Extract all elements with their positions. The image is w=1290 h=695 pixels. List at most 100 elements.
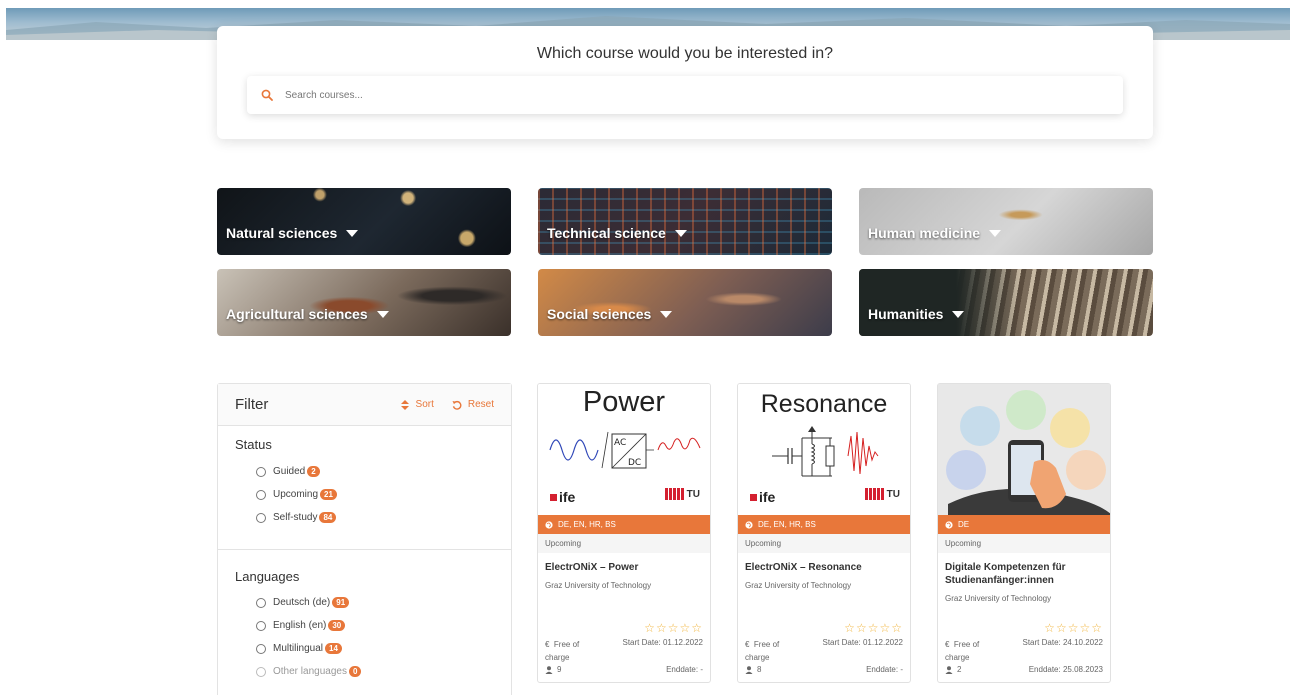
category-technical-science[interactable]: Technical science [538, 188, 832, 255]
option-label: Multilingual [273, 643, 324, 654]
star-icon: ☆ [1067, 621, 1079, 635]
user-icon [745, 665, 753, 674]
language-option-english[interactable]: English (en) 30 [218, 614, 511, 637]
course-status: Upcoming [938, 534, 1110, 553]
category-label: Technical science [547, 225, 666, 241]
course-start-date: Start Date: 01.12.2022 [822, 638, 904, 647]
caret-down-icon [660, 310, 673, 318]
participants: 9 [545, 665, 561, 674]
radio-button[interactable] [256, 597, 266, 608]
tu-graz-logo: TU [664, 488, 700, 500]
star-icon: ☆ [844, 621, 855, 635]
participant-count: 9 [557, 665, 562, 674]
category-label: Social sciences [547, 306, 652, 322]
rating-stars: ☆ ☆ ☆ ☆ ☆ [843, 622, 902, 634]
count-badge: 91 [332, 597, 350, 608]
participant-count: 8 [757, 665, 762, 674]
user-icon [545, 665, 553, 674]
course-title[interactable]: ElectrONiX – Power [545, 561, 705, 574]
ife-logo: ife [550, 489, 575, 505]
radio-button[interactable] [256, 466, 266, 477]
course-languages: DE, EN, HR, BS [558, 520, 616, 529]
search-box[interactable] [247, 76, 1123, 114]
star-icon: ☆ [644, 621, 655, 635]
sort-button[interactable]: Sort [400, 399, 434, 410]
course-image-word: Resonance [760, 390, 888, 418]
language-bar: DE [938, 515, 1110, 534]
ife-logo: ife [750, 489, 775, 505]
category-label: Humanities [868, 306, 944, 322]
course-title[interactable]: ElectrONiX – Resonance [745, 561, 905, 574]
course-start-date: Start Date: 01.12.2022 [622, 638, 704, 647]
course-status: Upcoming [738, 534, 910, 553]
category-social-sciences[interactable]: Social sciences [538, 269, 832, 336]
participants: 8 [745, 665, 761, 674]
language-option-deutsch[interactable]: Deutsch (de) 91 [218, 591, 511, 614]
status-option-guided[interactable]: Guided 2 [218, 460, 511, 483]
status-option-upcoming[interactable]: Upcoming 21 [218, 483, 511, 506]
category-agricultural-sciences[interactable]: Agricultural sciences [217, 269, 511, 336]
category-humanities[interactable]: Humanities [859, 269, 1153, 336]
course-university: Graz University of Technology [545, 581, 652, 590]
reset-label: Reset [467, 399, 494, 410]
star-icon: ☆ [867, 621, 879, 635]
course-price: € Free of charge [545, 640, 580, 662]
reset-button[interactable]: Reset [452, 399, 494, 410]
course-end-date: Enddate: - [666, 665, 703, 674]
radio-button[interactable] [256, 643, 266, 654]
category-human-medicine[interactable]: Human medicine [859, 188, 1153, 255]
count-badge: 21 [320, 489, 337, 500]
course-card-resonance[interactable]: Resonance ife TU DE, EN, HR, BS Upcoming… [737, 383, 911, 683]
svg-text:DC: DC [628, 458, 641, 468]
option-label: Deutsch (de) [273, 597, 331, 608]
option-label: Other languages [273, 666, 347, 677]
radio-button[interactable] [256, 489, 266, 500]
count-badge: 2 [307, 466, 320, 477]
search-heading: Which course would you be interested in? [536, 45, 834, 62]
reset-icon [452, 400, 462, 410]
language-bar: DE, EN, HR, BS [538, 515, 710, 534]
radio-button[interactable] [256, 512, 266, 523]
language-option-other: Other languages 0 [218, 660, 511, 683]
caret-down-icon [346, 229, 359, 237]
star-icon: ☆ [1055, 621, 1067, 635]
radio-button[interactable] [256, 620, 266, 631]
course-university: Graz University of Technology [745, 581, 852, 590]
course-image [938, 384, 1110, 515]
count-badge: 84 [319, 512, 337, 523]
digital-skills-illustration [938, 384, 1110, 515]
star-icon: ☆ [691, 621, 702, 635]
caret-down-icon [674, 229, 687, 237]
language-option-multilingual[interactable]: Multilingual 14 [218, 637, 511, 660]
course-image-word: Power [582, 386, 666, 418]
languages-title: Languages [235, 569, 300, 584]
option-label: Upcoming [273, 489, 319, 500]
count-badge: 0 [348, 666, 362, 677]
status-section: Status Guided 2 Upcoming 21 Self-study 84 [218, 426, 511, 549]
option-label: Self-study [273, 512, 318, 523]
participant-count: 2 [957, 665, 962, 674]
course-price: € Free of charge [945, 640, 980, 662]
course-image: Power AC DC ife TU [538, 384, 710, 515]
globe-icon [745, 520, 753, 529]
status-option-self-study[interactable]: Self-study 84 [218, 506, 511, 529]
participants: 2 [945, 665, 961, 674]
tu-graz-logo: TU [864, 488, 900, 500]
star-icon: ☆ [1079, 621, 1091, 635]
star-icon: ☆ [879, 621, 891, 635]
sort-icon [400, 399, 409, 410]
filter-header: Filter Sort Reset [218, 384, 511, 426]
course-start-date: Start Date: 24.10.2022 [1022, 638, 1104, 647]
resonance-circuit-icon [772, 426, 879, 477]
course-card-digitale-kompetenzen[interactable]: DE Upcoming Digitale Kompetenzen für Stu… [937, 383, 1111, 683]
category-natural-sciences[interactable]: Natural sciences [217, 188, 511, 255]
globe-icon [945, 520, 953, 529]
star-icon: ☆ [679, 621, 691, 635]
course-card-power[interactable]: Power AC DC ife TU DE, EN, HR, BS Upcomi… [537, 383, 711, 683]
search-input[interactable] [285, 89, 1085, 101]
course-end-date: Enddate: - [866, 665, 903, 674]
course-title[interactable]: Digitale Kompetenzen für Studienanfänger… [945, 561, 1105, 587]
search-icon [261, 89, 273, 101]
radio-button [256, 666, 266, 677]
svg-text:AC: AC [614, 438, 626, 448]
